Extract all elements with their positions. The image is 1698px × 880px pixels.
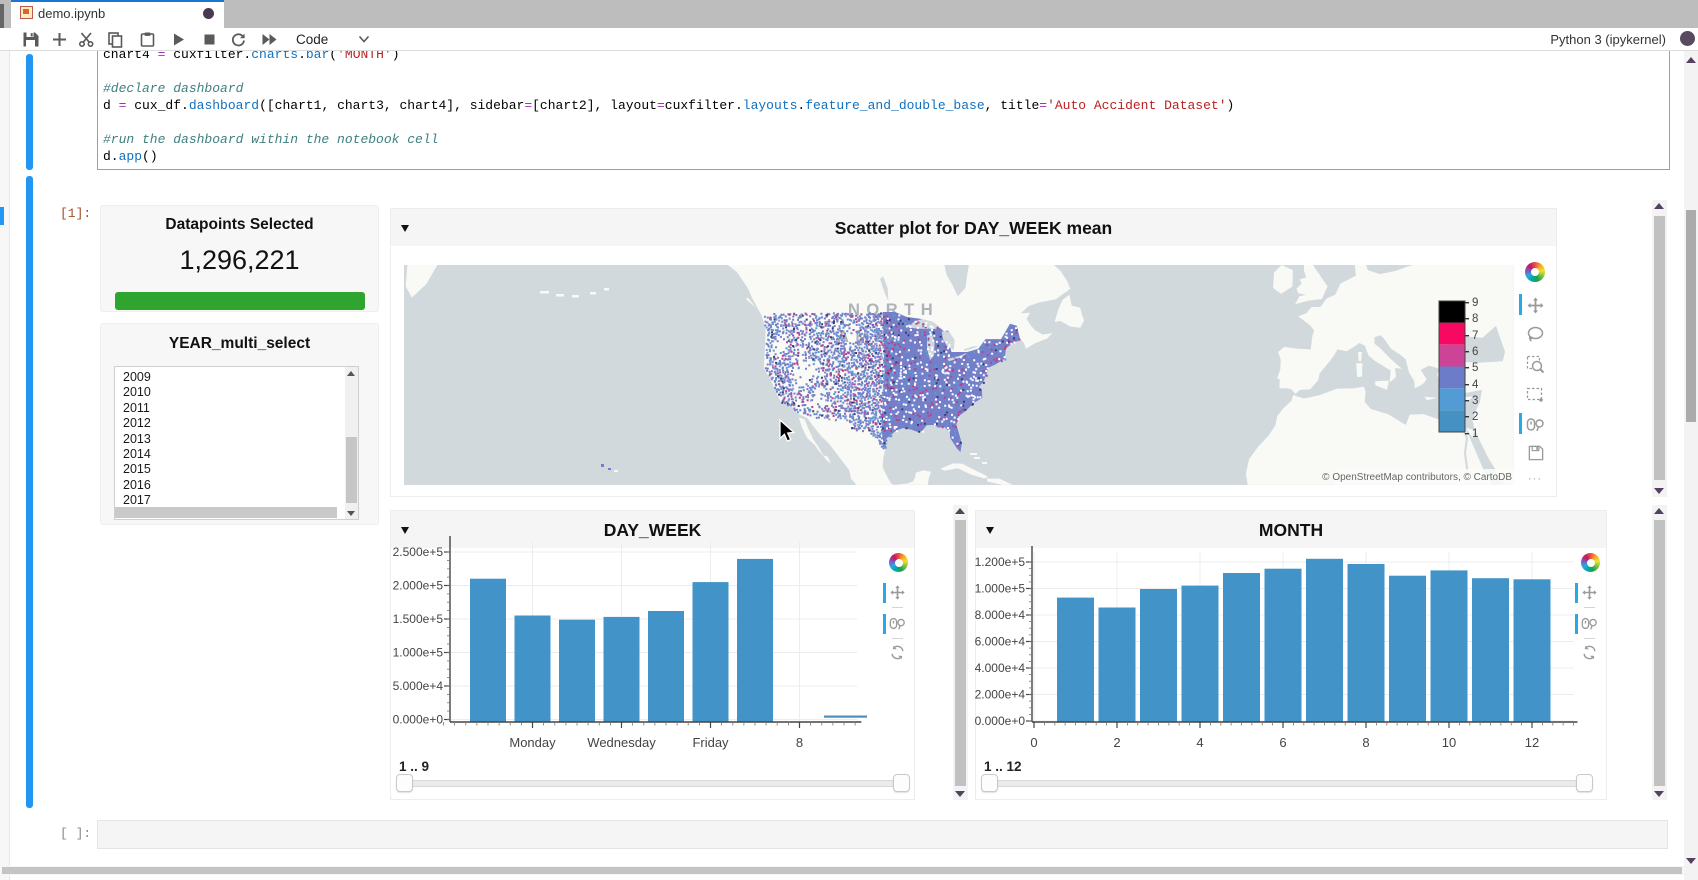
svg-text:Monday: Monday [509, 735, 556, 750]
svg-text:2.000e+4: 2.000e+4 [975, 688, 1025, 702]
svg-text:1.000e+5: 1.000e+5 [975, 582, 1025, 596]
svg-text:5.000e+4: 5.000e+4 [393, 679, 444, 693]
svg-text:9: 9 [1472, 297, 1478, 309]
svg-text:8: 8 [1472, 313, 1478, 325]
svg-text:6: 6 [1472, 346, 1478, 358]
svg-text:1 .. 12: 1 .. 12 [984, 759, 1022, 774]
svg-text:4: 4 [1196, 735, 1203, 750]
svg-text:© OpenStreetMap contributors,: © OpenStreetMap contributors, © CartoDB [1322, 472, 1512, 483]
svg-text:3: 3 [1472, 395, 1478, 407]
svg-text:Wednesday: Wednesday [587, 735, 656, 750]
svg-text:0: 0 [1030, 735, 1037, 750]
svg-text:2: 2 [1113, 735, 1120, 750]
svg-text:Friday: Friday [692, 735, 729, 750]
svg-text:7: 7 [1472, 330, 1478, 342]
svg-text:1.000e+5: 1.000e+5 [393, 646, 444, 660]
svg-text:8: 8 [796, 735, 803, 750]
svg-text:2: 2 [1472, 411, 1478, 423]
svg-text:4: 4 [1472, 379, 1479, 391]
svg-text:1.200e+5: 1.200e+5 [975, 555, 1025, 569]
svg-text:1: 1 [1472, 428, 1478, 440]
svg-text:8.000e+4: 8.000e+4 [975, 608, 1025, 622]
svg-text:10: 10 [1442, 735, 1456, 750]
svg-text:1 .. 9: 1 .. 9 [399, 759, 429, 774]
svg-text:6: 6 [1279, 735, 1286, 750]
svg-text:12: 12 [1525, 735, 1539, 750]
svg-text:1.500e+5: 1.500e+5 [393, 612, 444, 626]
svg-text:6.000e+4: 6.000e+4 [975, 635, 1025, 649]
svg-text:0.000e+0: 0.000e+0 [975, 714, 1025, 728]
svg-text:4.000e+4: 4.000e+4 [975, 661, 1025, 675]
svg-text:8: 8 [1362, 735, 1369, 750]
svg-text:0.000e+0: 0.000e+0 [393, 713, 444, 727]
svg-text:5: 5 [1472, 362, 1478, 374]
svg-text:2.000e+5: 2.000e+5 [393, 579, 444, 593]
svg-text:2.500e+5: 2.500e+5 [393, 545, 444, 559]
